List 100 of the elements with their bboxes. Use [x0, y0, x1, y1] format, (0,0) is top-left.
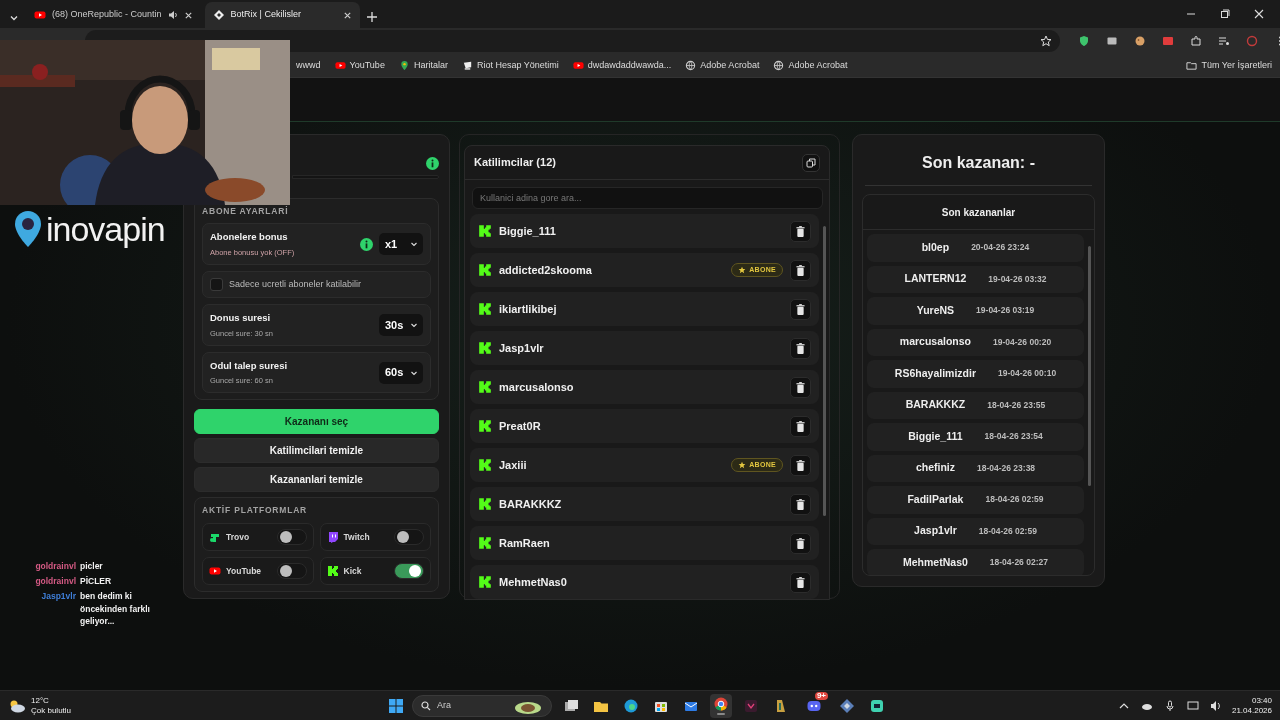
- caret-icon: [410, 240, 418, 248]
- star-icon[interactable]: [1040, 35, 1052, 47]
- setting-label: Odul talep suresi: [210, 358, 289, 373]
- shield-icon[interactable]: [1078, 35, 1090, 47]
- bookmark-link[interactable]: Adobe Acrobat: [700, 58, 760, 73]
- clear-button[interactable]: Katilimcilari temizle: [194, 438, 439, 464]
- diamond-logo-icon: [212, 9, 225, 21]
- delete-button[interactable]: [790, 259, 811, 281]
- weather-condition: Çok bulutlu: [31, 705, 72, 715]
- value-select[interactable]: x1: [379, 233, 423, 255]
- participant-row[interactable]: marcusalonso: [470, 370, 819, 404]
- delete-button[interactable]: [790, 376, 811, 398]
- pick-winner-button[interactable]: Kazananı seç: [194, 409, 439, 435]
- toggle-switch[interactable]: [276, 563, 307, 579]
- delete-button[interactable]: [790, 532, 811, 554]
- bookmark-link[interactable]: Tüm Yer İşaretleri: [1201, 58, 1272, 73]
- windows-icon[interactable]: [388, 697, 404, 714]
- delete-button[interactable]: [790, 337, 811, 359]
- profile-icon[interactable]: [1246, 35, 1258, 47]
- toggle-switch[interactable]: [276, 529, 307, 545]
- close-icon[interactable]: [342, 10, 352, 20]
- browser-tab[interactable]: (68) OneRepublic - Countin: [26, 2, 201, 28]
- tp-badge-icon[interactable]: [1162, 35, 1174, 47]
- k-logo-icon: [478, 497, 492, 511]
- participant-row[interactable]: BARAKKKZ: [470, 487, 819, 521]
- participant-name: Preat0R: [499, 418, 542, 434]
- winner-name: LANTERN12: [904, 271, 967, 287]
- checkbox-label: Sadece ucretli aboneler katilabilir: [229, 277, 362, 291]
- scrollbar-thumb[interactable]: [1088, 246, 1091, 486]
- delete-button[interactable]: [790, 571, 811, 593]
- delete-button[interactable]: [790, 415, 811, 437]
- trash-icon: [796, 537, 805, 549]
- k-logo-icon: [478, 575, 492, 589]
- clear-button[interactable]: Kazananlari temizle: [194, 467, 439, 493]
- toggle-switch[interactable]: [394, 563, 424, 579]
- map-pin-icon: [398, 60, 410, 71]
- close-icon[interactable]: [1254, 9, 1264, 19]
- participant-name: RamRaen: [499, 535, 551, 551]
- participant-row[interactable]: MehmetNas0: [470, 565, 819, 599]
- k-logo-icon: [478, 341, 492, 355]
- bookmark-link[interactable]: Adobe Acrobat: [788, 58, 848, 73]
- media-icon[interactable]: [1218, 35, 1230, 47]
- value-select[interactable]: 60s: [379, 361, 423, 384]
- square-logo-icon: [743, 697, 759, 714]
- restore-icon[interactable]: [1220, 9, 1230, 19]
- delete-button[interactable]: [790, 454, 811, 476]
- value-select[interactable]: 30s: [379, 314, 423, 336]
- copy-button[interactable]: [802, 153, 820, 172]
- chat-message: ben dedim ki öncekinden farklı geliyor...: [80, 589, 151, 628]
- participant-row[interactable]: ikiartlikibej: [470, 292, 819, 326]
- taskbar-app[interactable]: 9+: [800, 691, 828, 720]
- monitor-icon[interactable]: [1185, 698, 1200, 713]
- delete-button[interactable]: [790, 220, 811, 242]
- search-field[interactable]: Kullanici adina gore ara...: [472, 187, 823, 209]
- window-icon[interactable]: [1106, 35, 1118, 47]
- puzzle-icon[interactable]: [1190, 35, 1202, 47]
- delete-button[interactable]: [790, 298, 811, 320]
- setting-label: Donus suresi: [210, 311, 272, 326]
- toggle-switch[interactable]: [394, 529, 424, 545]
- checkbox[interactable]: [210, 278, 223, 291]
- participant-row[interactable]: Preat0R: [470, 409, 819, 443]
- winner-name: YureNS: [916, 302, 955, 318]
- delete-button[interactable]: [790, 493, 811, 515]
- browser-logo-icon: [713, 696, 729, 712]
- participant-row[interactable]: RamRaen: [470, 526, 819, 560]
- trash-icon: [796, 576, 805, 588]
- bookmark-link[interactable]: dwdawdaddwawda...: [587, 58, 672, 73]
- copy-icon: [806, 157, 816, 168]
- win-time: 18-04-26 23:54: [984, 430, 1043, 444]
- bookmark-link[interactable]: YouTube: [349, 58, 385, 73]
- cookie-icon[interactable]: [1134, 35, 1146, 47]
- bookmark-link[interactable]: Haritalar: [413, 58, 448, 73]
- winner-name: chefiniz: [915, 460, 955, 476]
- map-pin-icon: [14, 210, 42, 248]
- last-winner-title: Son kazanan: -: [865, 145, 1092, 186]
- card-title: Son kazananlar: [863, 195, 1094, 230]
- participant-row[interactable]: Biggie_111: [470, 214, 819, 248]
- search-field[interactable]: Ara: [412, 694, 552, 717]
- browser-tab[interactable]: BotRix | Cekilisler: [204, 2, 360, 28]
- bookmark-link[interactable]: Riot Hesap Yönetimi: [476, 58, 559, 73]
- taskbar-app[interactable]: [710, 693, 732, 718]
- k-logo-icon: [478, 263, 492, 277]
- participant-name: Biggie_111: [499, 223, 557, 239]
- scrollbar-thumb[interactable]: [823, 226, 826, 516]
- participant-row[interactable]: Jasp1vlr: [470, 331, 819, 365]
- play-logo-icon: [34, 9, 46, 21]
- participant-name: BARAKKKZ: [499, 496, 563, 512]
- platform-name: Kick: [343, 564, 363, 578]
- trash-icon: [796, 342, 805, 354]
- speaker-icon[interactable]: [167, 10, 178, 20]
- win-time: 19-04-26 03:19: [976, 304, 1035, 318]
- folder-icon: [1186, 60, 1198, 71]
- bookmark-link[interactable]: wwwd: [296, 58, 321, 73]
- chat-username: goldrainvl: [34, 575, 76, 588]
- winner-name: marcusalonso: [899, 334, 972, 350]
- close-icon[interactable]: [183, 10, 193, 20]
- trash-icon: [796, 303, 805, 315]
- platform-name: Twitch: [343, 530, 371, 544]
- clock-time: 03:40: [1250, 695, 1272, 706]
- star-icon: [738, 461, 747, 469]
